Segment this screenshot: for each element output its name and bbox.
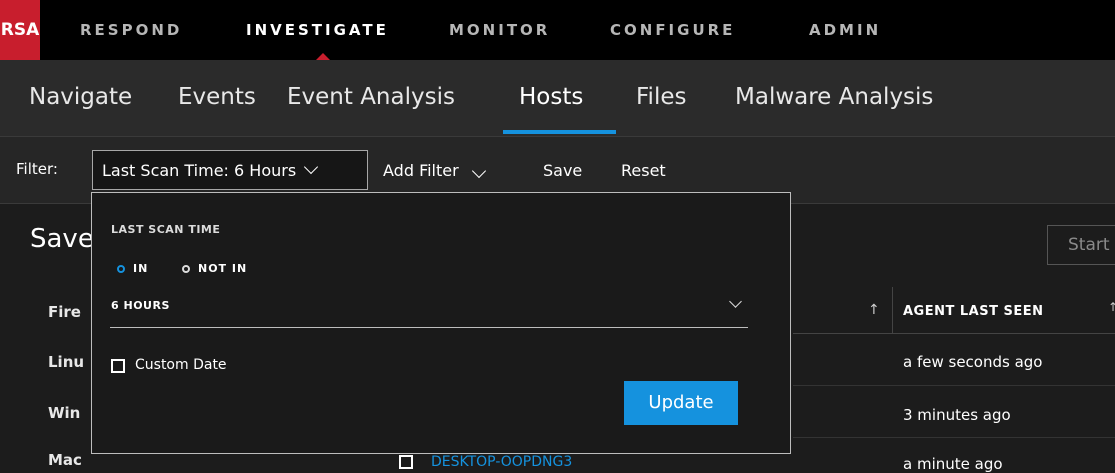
rsa-logo: RSA [0,0,40,60]
time-range-select[interactable]: 6 HOURS [111,299,170,312]
agent-last-seen-cell: 3 minutes ago [903,406,1011,424]
filter-label: Filter: [16,160,58,178]
last-scan-time-filter-panel: LAST SCAN TIME IN NOT IN 6 HOURS Custom … [91,192,791,454]
custom-date-label[interactable]: Custom Date [135,357,227,373]
saved-query-item[interactable]: Linu [48,353,84,371]
radio-not-in-label: NOT IN [198,262,248,275]
saved-query-item[interactable]: Fire [48,303,81,321]
radio-in-label: IN [133,262,149,275]
agent-last-seen-header[interactable]: AGENT LAST SEEN [903,304,1044,319]
reset-button[interactable]: Reset [621,161,666,180]
table-header-divider [793,333,1115,334]
saved-query-item[interactable]: Mac [48,451,82,469]
subnav-hosts[interactable]: Hosts [519,84,583,110]
sort-arrow-up-icon[interactable]: ↑ [1108,300,1115,314]
saved-queries-title: Save [30,224,94,254]
update-button[interactable]: Update [624,381,738,425]
sub-nav-bar: Navigate Events Event Analysis Hosts Fil… [0,60,1115,137]
host-name-link[interactable]: DESKTOP-OOPDNG3 [431,454,572,470]
subnav-event-analysis[interactable]: Event Analysis [287,84,455,110]
topnav-monitor[interactable]: MONITOR [449,0,550,60]
select-underline [110,327,748,328]
active-tab-underline [503,130,616,134]
radio-unselected-icon [182,264,190,273]
topnav-respond[interactable]: RESPOND [80,0,182,60]
panel-title: LAST SCAN TIME [111,223,221,236]
custom-date-checkbox[interactable] [111,359,125,373]
topnav-configure[interactable]: CONFIGURE [610,0,735,60]
radio-not-in[interactable]: NOT IN [182,262,247,275]
chevron-down-icon [304,159,319,175]
sort-arrow-up-icon[interactable]: ↑ [868,302,880,318]
start-scan-button[interactable]: Start [1047,225,1115,265]
chevron-down-icon [471,163,486,179]
last-scan-time-filter[interactable]: Last Scan Time: 6 Hours [92,150,368,190]
subnav-malware-analysis[interactable]: Malware Analysis [735,84,933,110]
saved-query-item[interactable]: Win [48,404,80,422]
chevron-down-icon[interactable] [729,295,742,308]
top-nav-bar: RSA RESPOND INVESTIGATE MONITOR CONFIGUR… [0,0,1115,60]
topnav-admin[interactable]: ADMIN [809,0,881,60]
column-separator [892,287,893,333]
agent-last-seen-cell: a few seconds ago [903,353,1043,371]
radio-selected-icon [117,264,125,273]
active-nav-indicator-icon [316,53,330,60]
active-filter-label: Last Scan Time: 6 Hours [102,160,297,180]
add-filter-label: Add Filter [383,161,459,180]
agent-last-seen-cell: a minute ago [903,455,1003,473]
subnav-files[interactable]: Files [636,84,686,110]
subnav-events[interactable]: Events [178,84,256,110]
subnav-navigate[interactable]: Navigate [29,84,132,110]
topnav-investigate[interactable]: INVESTIGATE [246,0,389,60]
save-button[interactable]: Save [543,161,582,180]
add-filter-button[interactable]: Add Filter [383,161,486,180]
row-divider [793,385,1115,386]
row-checkbox[interactable] [399,455,413,469]
radio-in[interactable]: IN [117,262,148,275]
row-divider [793,437,1115,438]
